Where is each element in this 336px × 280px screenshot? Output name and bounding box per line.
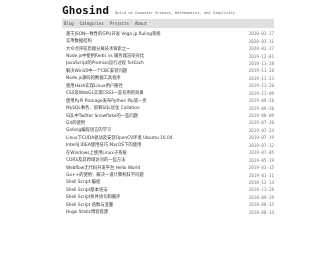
post-date: 2019-07-30: [248, 120, 274, 126]
post-item: 在Windows上使用Linux子系统 2019-07-05: [66, 149, 274, 156]
post-title-link[interactable]: MySQL事务、锁和SQL优化 Collation: [66, 105, 140, 111]
post-title-link[interactable]: Hugo Static博客搭建: [66, 209, 108, 215]
post-title-link[interactable]: Shell Script 函数与变量: [66, 202, 113, 208]
post-title-link[interactable]: 实用数据结构: [66, 38, 92, 44]
post-item: JavaScript的Promise运行过程 forEach 2019-11-28: [66, 60, 274, 67]
post-title-link[interactable]: JavaScript的Promise运行过程 forEach: [66, 60, 144, 66]
post-item: 基于JSON一致性的GPU开发 Vega jp Ruling系统 2020-03-…: [66, 30, 274, 37]
post-title-link[interactable]: Shell Script条件语句和循环: [66, 194, 120, 200]
post-item: MySQL事务、锁和SQL优化 Collation 2019-09-20: [66, 104, 274, 112]
post-date: 2018-12-14: [248, 179, 274, 185]
page: Ghosind Build on Computer Science, Mathe…: [0, 0, 336, 280]
post-item: Node.js源码的数据工具程序 2019-11-23: [66, 75, 274, 82]
post-date: 2019-09-28: [248, 98, 274, 104]
post-item: SQL中Twitter Snowflake的一些问题 2019-08-09: [66, 112, 274, 119]
post-date: 2018-09-29: [248, 194, 274, 200]
post-title-link[interactable]: 基于JSON一致性的GPU开发 Vega jp Ruling系统: [66, 31, 161, 37]
main-nav: Blog Categories Projects About: [62, 19, 274, 28]
post-date: 2018-11-28: [248, 187, 274, 193]
post-title-link[interactable]: Linux下CUDA驱动及安装OpenCV环境 Ubuntu 16.04: [66, 135, 172, 141]
post-title-link[interactable]: Shell Script基本语法: [66, 187, 108, 193]
post-item: Node.js中使用Redis vs 服务端渲染对比 2019-12-01: [66, 52, 274, 60]
post-date: 2019-09-20: [248, 105, 274, 111]
post-date: 2018-08-14: [248, 209, 274, 215]
post-item: Golang编程语言的学习 2019-07-24: [66, 127, 274, 134]
post-item: CSS及WebGL实现CSS3一些有用的效果 2019-11-09: [66, 90, 274, 97]
post-item: 解决Win10中一个CBC安装问题 2019-11-28: [66, 67, 274, 74]
post-date: 2019-08-09: [248, 113, 274, 119]
post-date: 2019-07-12: [248, 142, 274, 148]
post-date: 2020-03-17: [248, 31, 274, 37]
site-header: Ghosind Build on Computer Science, Mathe…: [62, 4, 235, 18]
post-date: 2019-11-28: [248, 68, 274, 74]
site-logo[interactable]: Ghosind: [62, 4, 109, 17]
post-date: 2019-01-11: [248, 172, 274, 178]
post-item: 实用数据结构 2020-03-11: [66, 37, 274, 45]
post-date: 2019-11-20: [248, 83, 274, 89]
post-item: Webflow无代码开发平台 Hello World 2019-03-15: [66, 164, 274, 171]
post-item: Go++的使用：解决一道计算机科学问题 2019-01-11: [66, 171, 274, 179]
post-item: 大众点评前后端分离技术探索之一 2020-02-27: [66, 45, 274, 52]
nav-projects[interactable]: Projects: [110, 21, 129, 26]
post-date: 2019-11-28: [248, 60, 274, 66]
post-title-link[interactable]: CSS及WebGL实现CSS3一些有用的效果: [66, 90, 144, 96]
post-item: Shell Script基本语法 2018-11-28: [66, 186, 274, 193]
post-item: Shell Script 函数与变量 2018-08-15: [66, 201, 274, 208]
post-date: 2020-03-11: [248, 38, 274, 44]
post-item: Git的使用 2019-07-30: [66, 119, 274, 126]
post-title-link[interactable]: Go++的使用：解决一道计算机科学问题: [66, 172, 144, 178]
post-item: 使用Hash实现Linux用户路径 2019-11-20: [66, 82, 274, 89]
post-title-link[interactable]: IntelliJ IDEA使用技巧 MacOS下的使用: [66, 142, 141, 148]
post-title-link[interactable]: Shell Script 编程: [66, 179, 100, 185]
post-title-link[interactable]: Node.js源码的数据工具程序: [66, 75, 121, 81]
post-item: 使用PyPi Package发布Python Pip第一步 2019-09-28: [66, 97, 274, 104]
post-item: Shell Script条件语句和循环 2018-09-29: [66, 194, 274, 201]
post-title-link[interactable]: 使用Hash实现Linux用户路径: [66, 83, 123, 89]
post-date: 2020-02-27: [248, 46, 274, 52]
post-date: 2019-07-24: [248, 127, 274, 133]
post-item: CORS及其跨域访问的一些方法 2019-05-19: [66, 156, 274, 164]
post-title-link[interactable]: 在Windows上使用Linux子系统: [66, 150, 127, 156]
post-item: Hugo Static博客搭建 2018-08-14: [66, 209, 274, 216]
nav-categories[interactable]: Categories: [80, 21, 104, 26]
post-title-link[interactable]: Golang编程语言的学习: [66, 127, 111, 133]
post-item: Shell Script 编程 2018-12-14: [66, 179, 274, 186]
post-date: 2019-03-15: [248, 165, 274, 171]
post-title-link[interactable]: 大众点评前后端分离技术探索之一: [66, 46, 130, 52]
post-date: 2018-08-15: [248, 202, 274, 208]
post-item: IntelliJ IDEA使用技巧 MacOS下的使用 2019-07-12: [66, 142, 274, 149]
post-title-link[interactable]: Webflow无代码开发平台 Hello World: [66, 165, 140, 171]
post-date: 2019-12-01: [248, 53, 274, 59]
post-item: Linux下CUDA驱动及安装OpenCV环境 Ubuntu 16.04 2019…: [66, 134, 274, 141]
post-title-link[interactable]: SQL中Twitter Snowflake的一些问题: [66, 113, 138, 119]
post-list: 基于JSON一致性的GPU开发 Vega jp Ruling系统 2020-03-…: [66, 30, 274, 216]
post-date: 2019-05-19: [248, 157, 274, 163]
post-title-link[interactable]: 解决Win10中一个CBC安装问题: [66, 68, 127, 74]
post-title-link[interactable]: Git的使用: [66, 120, 85, 126]
post-date: 2019-07-19: [248, 135, 274, 141]
post-date: 2019-07-05: [248, 150, 274, 156]
post-title-link[interactable]: 使用PyPi Package发布Python Pip第一步: [66, 98, 147, 104]
site-tagline: Build on Computer Science, Mathematics, …: [115, 11, 235, 15]
nav-blog[interactable]: Blog: [64, 21, 74, 26]
post-date: 2019-11-09: [248, 90, 274, 96]
post-date: 2019-11-23: [248, 75, 274, 81]
post-title-link[interactable]: CORS及其跨域访问的一些方法: [66, 157, 125, 163]
nav-about[interactable]: About: [135, 21, 147, 26]
post-title-link[interactable]: Node.js中使用Redis vs 服务端渲染对比: [66, 53, 144, 59]
